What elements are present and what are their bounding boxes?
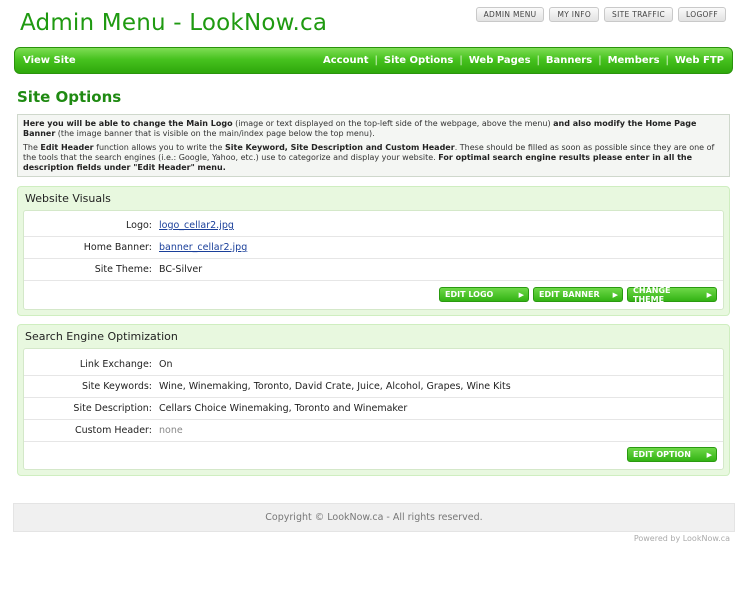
info-bold-text: Edit Header — [40, 143, 94, 152]
visual-row-site-theme: Site Theme: BC-Silver — [24, 259, 723, 281]
row-label: Site Description: — [73, 403, 152, 414]
seo-panel: Search Engine Optimization Link Exchange… — [17, 324, 730, 476]
play-arrow-icon: ▶ — [706, 450, 712, 459]
row-label: Custom Header: — [74, 425, 152, 436]
seo-row-site-description: Site Description: Cellars Choice Winemak… — [24, 398, 723, 420]
nav-separator: | — [459, 55, 463, 66]
top-links: ADMIN MENU MY INFO SITE TRAFFIC LOGOFF — [475, 7, 726, 22]
row-value: none — [159, 425, 183, 436]
seo-row-link-exchange: Link Exchange: On — [24, 354, 723, 376]
play-arrow-icon: ▶ — [518, 290, 524, 299]
seo-row-custom-header: Custom Header: none — [24, 420, 723, 442]
info-paragraph-2: The Edit Header function allows you to w… — [23, 143, 724, 173]
visuals-button-row: EDIT LOGO ▶ EDIT BANNER ▶ CHANGE THEME ▶ — [439, 285, 717, 304]
copyright-text: Copyright © LookNow.ca - All rights rese… — [265, 512, 483, 523]
app-title: Admin Menu - LookNow.ca — [20, 10, 328, 36]
nav-item-web-ftp[interactable]: Web FTP — [675, 55, 724, 66]
info-box: Here you will be able to change the Main… — [17, 114, 730, 177]
row-label: Site Keywords: — [82, 381, 152, 392]
footer: Copyright © LookNow.ca - All rights rese… — [13, 503, 735, 532]
button-label: CHANGE THEME — [633, 285, 671, 304]
powered-by-link[interactable]: Powered by LookNow.ca — [634, 534, 730, 543]
edit-banner-button[interactable]: EDIT BANNER ▶ — [533, 287, 623, 302]
nav-separator: | — [536, 55, 540, 66]
top-link-site-traffic[interactable]: SITE TRAFFIC — [604, 7, 674, 22]
row-value: BC-Silver — [159, 264, 203, 275]
play-arrow-icon: ▶ — [612, 290, 618, 299]
row-label: Logo: — [126, 220, 152, 231]
website-visuals-panel: Website Visuals Logo: logo_cellar2.jpg H… — [17, 186, 730, 316]
visual-row-home-banner: Home Banner: banner_cellar2.jpg — [24, 237, 723, 259]
nav-menu: Account | Site Options | Web Pages | Ban… — [323, 55, 724, 66]
top-link-my-info[interactable]: MY INFO — [549, 7, 600, 22]
change-theme-button[interactable]: CHANGE THEME ▶ — [627, 285, 717, 304]
play-arrow-icon: ▶ — [706, 290, 712, 299]
row-value: Wine, Winemaking, Toronto, David Crate, … — [159, 381, 511, 392]
nav-item-members[interactable]: Members — [608, 55, 660, 66]
page-title: Site Options — [17, 88, 122, 106]
button-label: EDIT LOGO — [445, 290, 494, 299]
nav-item-account[interactable]: Account — [323, 55, 368, 66]
row-label: Home Banner: — [83, 242, 152, 253]
info-text: (the image banner that is visible on the… — [55, 129, 375, 138]
seo-row-site-keywords: Site Keywords: Wine, Winemaking, Toronto… — [24, 376, 723, 398]
row-value: Cellars Choice Winemaking, Toronto and W… — [159, 403, 408, 414]
top-link-logoff[interactable]: LOGOFF — [678, 7, 726, 22]
nav-item-banners[interactable]: Banners — [546, 55, 592, 66]
seo-button-row: EDIT OPTION ▶ — [627, 447, 717, 462]
visual-row-logo: Logo: logo_cellar2.jpg — [24, 215, 723, 237]
nav-separator: | — [665, 55, 669, 66]
logo-file-link[interactable]: logo_cellar2.jpg — [159, 220, 234, 231]
row-label: Link Exchange: — [79, 359, 152, 370]
button-label: EDIT BANNER — [539, 290, 600, 299]
edit-option-button[interactable]: EDIT OPTION ▶ — [627, 447, 717, 462]
info-text: function allows you to write the — [93, 143, 225, 152]
button-label: EDIT OPTION — [633, 450, 691, 459]
info-paragraph-1: Here you will be able to change the Main… — [23, 119, 724, 139]
info-bold-text: Here you will be able to change the Main… — [23, 119, 233, 128]
nav-view-site[interactable]: View Site — [23, 55, 76, 66]
nav-separator: | — [374, 55, 378, 66]
website-visuals-content: Logo: logo_cellar2.jpg Home Banner: bann… — [23, 210, 724, 310]
nav-item-web-pages[interactable]: Web Pages — [469, 55, 531, 66]
seo-title: Search Engine Optimization — [25, 330, 178, 343]
info-bold-text: Site Keyword, Site Description and Custo… — [225, 143, 455, 152]
nav-separator: | — [598, 55, 602, 66]
banner-file-link[interactable]: banner_cellar2.jpg — [159, 242, 247, 253]
main-navbar: View Site Account | Site Options | Web P… — [14, 47, 733, 74]
row-label: Site Theme: — [94, 264, 152, 275]
website-visuals-title: Website Visuals — [25, 192, 111, 205]
info-text: The — [23, 143, 41, 152]
top-link-admin-menu[interactable]: ADMIN MENU — [475, 7, 545, 22]
edit-logo-button[interactable]: EDIT LOGO ▶ — [439, 287, 529, 302]
seo-content: Link Exchange: On Site Keywords: Wine, W… — [23, 348, 724, 470]
nav-item-site-options[interactable]: Site Options — [384, 55, 453, 66]
info-text: (image or text displayed on the top-left… — [232, 119, 554, 128]
row-value: On — [159, 359, 173, 370]
